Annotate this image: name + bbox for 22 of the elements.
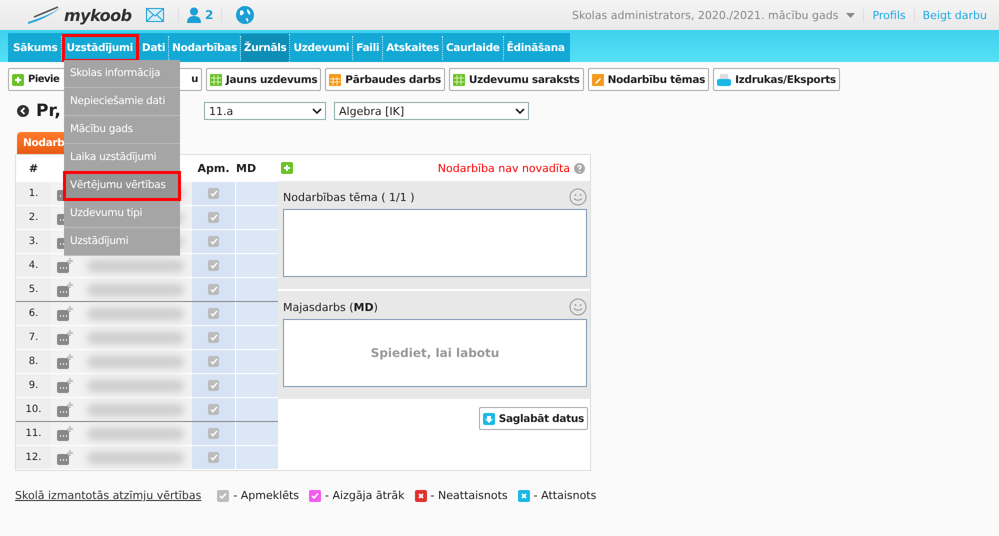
legend-label: - Neattaisnots [430,489,508,502]
row-number: 7. [16,326,51,349]
lesson-status: Nodarbība nav novadīta [438,162,570,174]
page-title: Pr, [36,101,61,121]
field-label: Nodarbības tēma ( 1/1 ) [283,190,415,204]
row-number: 4. [16,254,51,277]
row-number: 12. [16,446,51,469]
row-number: 11. [16,422,51,445]
row-number: 10. [16,398,51,421]
legend-label: - Apmeklēts [233,489,300,502]
row-number: 3. [16,230,51,253]
row-number: 9. [16,374,51,397]
field-label: Majasdarbs (MD) [283,300,378,314]
legend-label: - Aizgāja ātrāk [325,489,405,502]
row-number: 5. [16,278,51,301]
row-number: 6. [16,302,51,325]
logo-text: mykoob [64,6,132,24]
row-number: 1. [16,182,51,205]
row-number: 2. [16,206,51,229]
legend-label: - Attaisnots [534,489,596,502]
row-number: 8. [16,350,51,373]
people-count: 2 [205,8,214,22]
